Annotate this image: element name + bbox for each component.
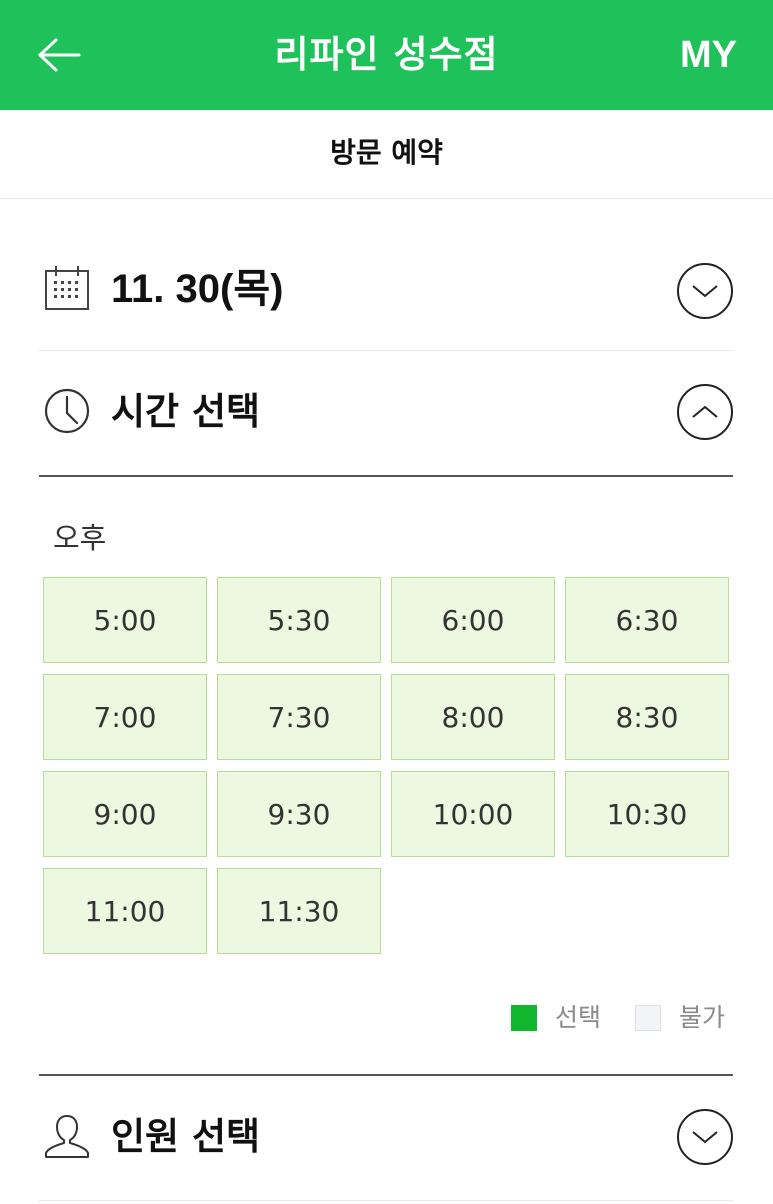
people-section-label: 인원 선택 (111, 1115, 261, 1158)
chevron-up-icon (692, 405, 718, 418)
time-slot[interactable]: 10:00 (391, 771, 555, 857)
date-toggle-button[interactable] (677, 263, 733, 319)
people-section[interactable]: 인원 선택 (39, 1074, 733, 1201)
time-slot[interactable]: 11:00 (43, 868, 207, 954)
time-toggle-button[interactable] (677, 384, 733, 440)
slot-legend: 선택 불가 (510, 1000, 725, 1036)
chevron-down-icon (692, 1131, 718, 1144)
time-slot[interactable]: 6:00 (391, 577, 555, 663)
time-slot[interactable]: 8:30 (565, 674, 729, 760)
time-slot[interactable]: 9:30 (217, 771, 381, 857)
page-title: 방문 예약 (0, 110, 773, 199)
legend-unavailable-label: 불가 (678, 1003, 725, 1032)
calendar-icon (43, 264, 91, 312)
legend-unavailable: 불가 (634, 1000, 725, 1036)
time-slot[interactable]: 10:30 (565, 771, 729, 857)
time-slot[interactable]: 7:00 (43, 674, 207, 760)
legend-selected-label: 선택 (554, 1003, 601, 1032)
time-slot[interactable]: 5:30 (217, 577, 381, 663)
period-label: 오후 (53, 521, 107, 555)
time-slot[interactable]: 5:00 (43, 577, 207, 663)
store-title: 리파인 성수점 (274, 33, 499, 76)
date-section[interactable]: 11. 30(목) (39, 234, 733, 351)
time-slot[interactable]: 11:30 (217, 868, 381, 954)
time-slot[interactable]: 7:30 (217, 674, 381, 760)
time-slot-grid: 5:00 5:30 6:00 6:30 7:00 7:30 8:00 8:30 … (43, 577, 729, 954)
person-icon (43, 1112, 91, 1160)
time-section-label: 시간 선택 (111, 390, 261, 433)
unavailable-swatch (634, 1005, 661, 1031)
time-slot[interactable]: 8:00 (391, 674, 555, 760)
chevron-down-icon (692, 285, 718, 298)
time-slot[interactable]: 9:00 (43, 771, 207, 857)
clock-icon (43, 387, 91, 435)
time-slot[interactable]: 6:30 (565, 577, 729, 663)
legend-selected: 선택 (510, 1000, 601, 1036)
people-toggle-button[interactable] (677, 1109, 733, 1165)
my-page-button[interactable]: MY (680, 30, 737, 80)
time-section[interactable]: 시간 선택 (39, 351, 733, 477)
selected-date: 11. 30(목) (111, 267, 284, 311)
selected-swatch (510, 1005, 537, 1031)
top-app-bar: 리파인 성수점 MY (0, 0, 773, 110)
